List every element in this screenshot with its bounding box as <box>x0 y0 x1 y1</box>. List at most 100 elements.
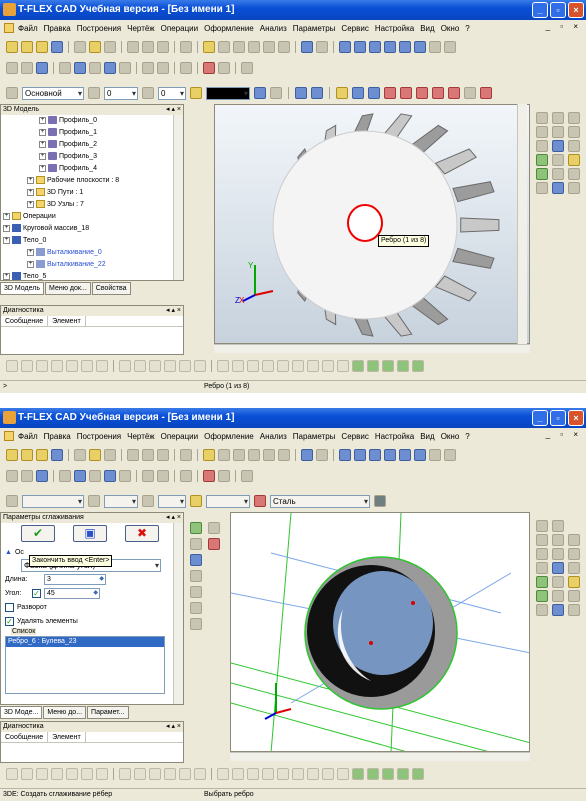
clip-icon[interactable] <box>142 470 154 482</box>
symbol-tool-icon[interactable] <box>337 768 349 780</box>
snap-icon[interactable] <box>21 470 33 482</box>
ok-button[interactable]: ✔ <box>21 525 55 542</box>
zoom-out-icon[interactable] <box>536 548 548 560</box>
fragment-tool-icon[interactable] <box>322 360 334 372</box>
dimensions-toggle-icon[interactable] <box>218 470 230 482</box>
filter-7-icon[interactable] <box>432 87 444 99</box>
zoom-all-icon[interactable] <box>568 112 580 124</box>
filter-a-icon[interactable] <box>536 520 548 532</box>
level-select[interactable] <box>104 494 138 508</box>
option-3-icon[interactable] <box>190 602 202 614</box>
save-icon[interactable] <box>51 41 63 53</box>
gear-model[interactable]: Y Z X <box>215 105 530 344</box>
circle-tool-icon[interactable] <box>81 768 93 780</box>
mdi-controls[interactable]: _ ▫ × <box>546 22 582 31</box>
graphic-line-icon[interactable] <box>203 449 215 461</box>
view-front-icon[interactable] <box>339 449 351 461</box>
menu-item[interactable]: Чертёж <box>127 24 155 33</box>
model-icon[interactable] <box>59 470 71 482</box>
select-edge-icon[interactable] <box>311 87 323 99</box>
section-icon[interactable] <box>568 576 580 588</box>
fragment-icon[interactable] <box>263 41 275 53</box>
priority-select[interactable] <box>158 494 186 508</box>
model-view-icon[interactable] <box>536 604 548 616</box>
expand-icon[interactable]: + <box>27 260 34 268</box>
zoom-window-icon[interactable] <box>552 534 564 546</box>
hatch-tool-icon[interactable] <box>36 768 48 780</box>
tree-item[interactable]: + Профиль_2 <box>3 139 183 151</box>
calculator-icon[interactable] <box>157 470 169 482</box>
save-icon[interactable] <box>51 449 63 461</box>
zoom-fit-icon[interactable] <box>552 548 564 560</box>
menu-item[interactable]: Оформление <box>204 432 254 441</box>
cylinder-model[interactable] <box>231 513 530 752</box>
hatch-tool-icon[interactable] <box>36 360 48 372</box>
dimensions-toggle-icon[interactable] <box>218 62 230 74</box>
fillet-tool-icon[interactable] <box>119 360 131 372</box>
menu-item[interactable]: Настройка <box>375 24 414 33</box>
viewport-hscroll[interactable] <box>214 344 530 353</box>
move-tool-icon[interactable] <box>277 768 289 780</box>
filter-4-icon[interactable] <box>384 87 396 99</box>
edge-list[interactable]: Ребро_6 : Булева_23 <box>5 636 165 694</box>
scene-icon[interactable] <box>568 604 580 616</box>
window-3d-icon[interactable] <box>316 41 328 53</box>
constraints-icon[interactable] <box>203 470 215 482</box>
clip-icon[interactable] <box>142 62 154 74</box>
delete-checkbox[interactable]: ✓ <box>5 617 14 626</box>
new-file-icon[interactable] <box>6 449 18 461</box>
new-file-icon[interactable] <box>6 41 18 53</box>
camera-icon[interactable] <box>552 168 564 180</box>
element-column[interactable]: Элемент <box>48 732 86 742</box>
view-back-icon[interactable] <box>354 449 366 461</box>
angle-input[interactable]: 45 <box>44 588 100 599</box>
persp-icon[interactable] <box>568 168 580 180</box>
text-icon[interactable] <box>233 449 245 461</box>
sketch-icon[interactable] <box>180 449 192 461</box>
panel-tab[interactable]: 3D Модель <box>0 282 45 295</box>
zoom-fit-icon[interactable] <box>552 126 564 138</box>
menu-item[interactable]: Чертёж <box>127 432 155 441</box>
filter-icon[interactable] <box>270 87 282 99</box>
view-dimetric-icon[interactable] <box>444 41 456 53</box>
preview-icon[interactable] <box>208 522 220 534</box>
expand-icon[interactable]: + <box>3 272 10 280</box>
expand-icon[interactable]: + <box>3 236 10 244</box>
filter-2-icon[interactable] <box>352 87 364 99</box>
material-select[interactable]: Сталь <box>270 494 370 508</box>
rotate-icon[interactable] <box>536 562 548 574</box>
calculator-icon[interactable] <box>157 62 169 74</box>
maximize-button[interactable]: ▫ <box>550 410 566 426</box>
menu-item[interactable]: Анализ <box>260 24 287 33</box>
view-back-icon[interactable] <box>354 41 366 53</box>
select-3d-icon[interactable] <box>295 87 307 99</box>
table-icon[interactable] <box>278 41 290 53</box>
zoom-window-icon[interactable] <box>552 112 564 124</box>
view-front-icon[interactable] <box>339 41 351 53</box>
operations-icon[interactable] <box>74 470 86 482</box>
menu-item[interactable]: Файл <box>18 432 38 441</box>
filter-b-icon[interactable] <box>552 520 564 532</box>
snap-mode-icon[interactable] <box>412 768 424 780</box>
params-window-icon[interactable] <box>190 554 202 566</box>
viewport-hscroll[interactable] <box>230 752 530 761</box>
zoom-all-icon[interactable] <box>568 534 580 546</box>
expand-icon[interactable]: + <box>27 200 34 208</box>
text-tool-icon[interactable] <box>96 768 108 780</box>
tree-item[interactable]: + Профиль_4 <box>3 163 183 175</box>
tree-item[interactable]: + Профиль_3 <box>3 151 183 163</box>
window-2d-icon[interactable] <box>301 449 313 461</box>
expand-icon[interactable]: + <box>39 116 46 124</box>
snap-mode-icon[interactable] <box>382 768 394 780</box>
text-tool-icon[interactable] <box>96 360 108 372</box>
title-bar[interactable]: T-FLEX CAD Учебная версия - [Без имени 1… <box>0 408 586 428</box>
line-tool-icon[interactable] <box>6 360 18 372</box>
render-icon[interactable] <box>552 182 564 194</box>
arc-tool-icon[interactable] <box>66 360 78 372</box>
trim-tool-icon[interactable] <box>194 768 206 780</box>
message-column[interactable]: Сообщение <box>1 316 49 326</box>
trim-tool-icon[interactable] <box>194 360 206 372</box>
model-view-icon[interactable] <box>536 182 548 194</box>
extend-tool-icon[interactable] <box>217 360 229 372</box>
pan-icon[interactable] <box>552 140 564 152</box>
